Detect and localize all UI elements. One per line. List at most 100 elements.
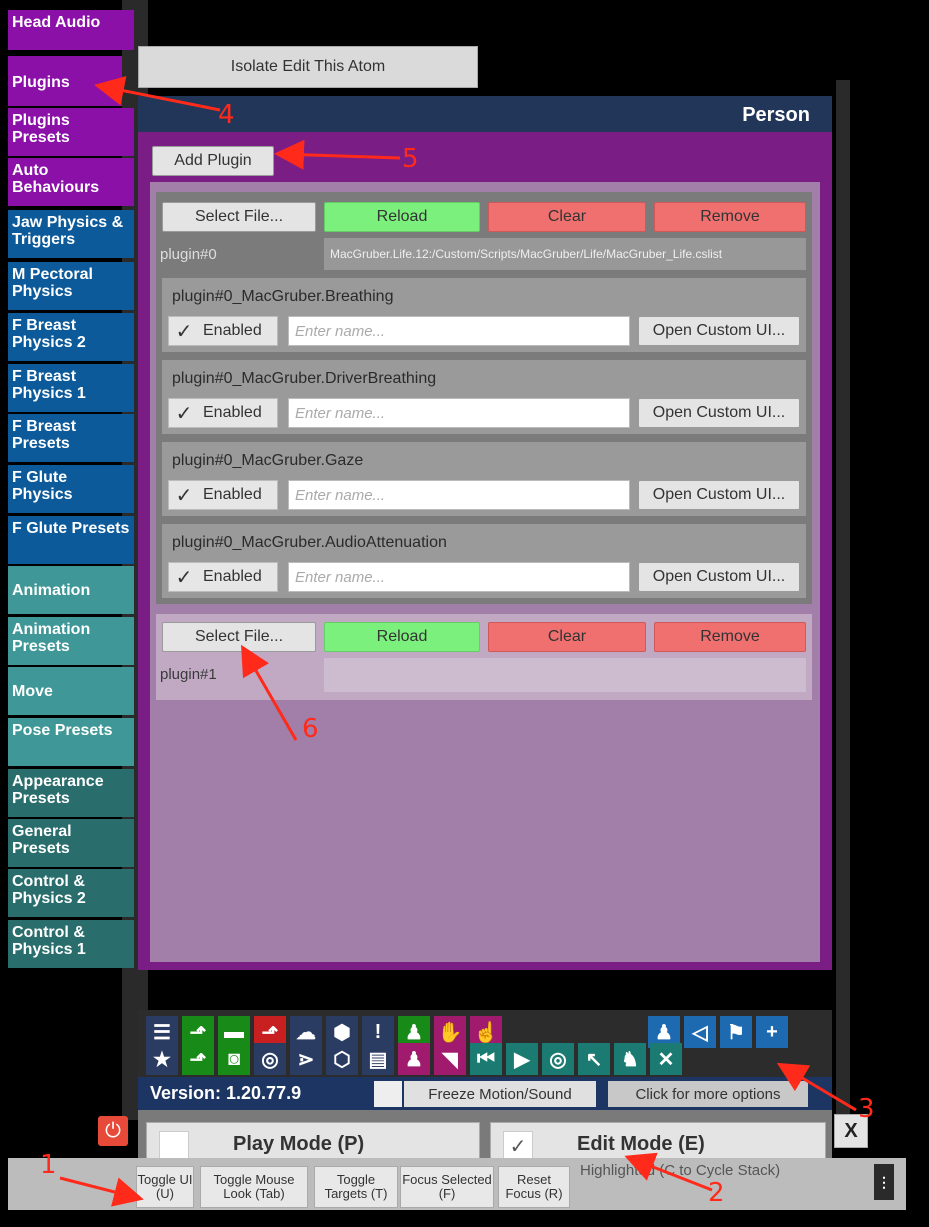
subplugin-driverbreathing: plugin#0_MacGruber.DriverBreathing ✓ Ena…	[162, 360, 806, 434]
annotation-1: 1	[40, 1150, 57, 1180]
remove-person-icon[interactable]: ♟	[398, 1043, 430, 1075]
toggle-ui-button[interactable]: Toggle UI (U)	[136, 1166, 194, 1208]
target-icon[interactable]: ◎	[542, 1043, 574, 1075]
plugin-0-clear-button[interactable]: Clear	[488, 202, 646, 232]
tab-f-glute-physics[interactable]: F Glute Physics	[8, 465, 134, 513]
check-icon: ✓	[175, 566, 193, 589]
version-bar: Version: 1.20.77.9 Freeze Motion/Sound C…	[138, 1077, 832, 1111]
camera-icon[interactable]: ◎	[254, 1043, 286, 1075]
preview-icon[interactable]: ◙	[218, 1043, 250, 1075]
tab-animation-presets[interactable]: Animation Presets	[8, 617, 134, 665]
tab-control-physics-1[interactable]: Control & Physics 1	[8, 920, 134, 968]
more-menu-icon[interactable]: ⋮	[874, 1164, 894, 1200]
tab-animation[interactable]: Animation	[8, 566, 134, 614]
open-custom-ui-button[interactable]: Open Custom UI...	[638, 316, 800, 346]
panel-title: Person	[742, 104, 810, 126]
check-icon: ✓	[175, 402, 193, 425]
plugin-0-select-file-button[interactable]: Select File...	[162, 202, 316, 232]
toggle-mouse-look-button[interactable]: Toggle Mouse Look (Tab)	[200, 1166, 308, 1208]
subplugin-audioattenuation: plugin#0_MacGruber.AudioAttenuation ✓ En…	[162, 524, 806, 598]
subplugin-gaze: plugin#0_MacGruber.Gaze ✓ Enabled Open C…	[162, 442, 806, 516]
panel-header: Person	[138, 96, 832, 132]
tab-appearance-presets[interactable]: Appearance Presets	[8, 769, 134, 817]
name-input[interactable]	[288, 480, 630, 510]
name-input[interactable]	[288, 562, 630, 592]
annotation-6: 6	[302, 714, 319, 744]
enabled-toggle[interactable]: ✓ Enabled	[168, 316, 278, 346]
plugin-1-remove-button[interactable]: Remove	[654, 622, 806, 652]
reset-focus-button[interactable]: Reset Focus (R)	[498, 1166, 570, 1208]
enabled-toggle[interactable]: ✓ Enabled	[168, 398, 278, 428]
plugin-0-reload-button[interactable]: Reload	[324, 202, 480, 232]
enabled-label: Enabled	[203, 322, 262, 339]
tab-general-presets[interactable]: General Presets	[8, 819, 134, 867]
toggle-targets-button[interactable]: Toggle Targets (T)	[314, 1166, 398, 1208]
plugin-1-clear-button[interactable]: Clear	[488, 622, 646, 652]
play-icon[interactable]: ▶	[506, 1043, 538, 1075]
open-custom-ui-button[interactable]: Open Custom UI...	[638, 562, 800, 592]
tab-f-breast-presets[interactable]: F Breast Presets	[8, 414, 134, 462]
star-icon[interactable]: ★	[146, 1043, 178, 1075]
add-plugin-button[interactable]: Add Plugin	[152, 146, 274, 176]
tab-control-physics-2[interactable]: Control & Physics 2	[8, 869, 134, 917]
tab-f-breast-physics-1[interactable]: F Breast Physics 1	[8, 364, 134, 412]
people-icon[interactable]: ♞	[614, 1043, 646, 1075]
plugin-1-reload-button[interactable]: Reload	[324, 622, 480, 652]
graph-icon[interactable]: ⋗	[290, 1043, 322, 1075]
tools-icon[interactable]: ✕	[650, 1043, 682, 1075]
tab-head-audio[interactable]: Head Audio	[8, 10, 134, 50]
tab-f-glute-presets[interactable]: F Glute Presets	[8, 516, 134, 564]
enabled-toggle[interactable]: ✓ Enabled	[168, 480, 278, 510]
tab-f-breast-physics-2[interactable]: F Breast Physics 2	[8, 313, 134, 361]
enabled-label: Enabled	[203, 568, 262, 585]
name-input[interactable]	[288, 316, 630, 346]
isolate-edit-atom-button[interactable]: Isolate Edit This Atom	[138, 46, 478, 88]
enabled-label: Enabled	[203, 404, 262, 421]
tab-plugins[interactable]: Plugins	[8, 56, 122, 106]
play-mode-checkbox	[159, 1131, 189, 1161]
plugin-1-path-field	[324, 658, 806, 692]
subplugin-name: plugin#0_MacGruber.Gaze	[172, 452, 364, 469]
enabled-toggle[interactable]: ✓ Enabled	[168, 562, 278, 592]
tab-m-pectoral-physics[interactable]: M Pectoral Physics	[8, 262, 134, 310]
add-icon[interactable]: +	[756, 1016, 788, 1048]
tab-auto-behaviours[interactable]: Auto Behaviours	[8, 158, 134, 206]
right-frame-border	[836, 80, 850, 1120]
annotation-5: 5	[402, 144, 419, 174]
check-icon: ✓	[175, 320, 193, 343]
plugin-0-remove-button[interactable]: Remove	[654, 202, 806, 232]
tab-move[interactable]: Move	[8, 667, 134, 715]
highlighted-status: Highlighted (C to Cycle Stack)	[580, 1162, 781, 1179]
name-input[interactable]	[288, 398, 630, 428]
grab-icon[interactable]: ◥	[434, 1043, 466, 1075]
subplugin-name: plugin#0_MacGruber.Breathing	[172, 288, 394, 305]
load-icon[interactable]: ⬏	[182, 1043, 214, 1075]
power-icon[interactable]: ⏻	[98, 1116, 128, 1146]
skip-back-icon[interactable]: ⏮	[470, 1043, 502, 1075]
open-custom-ui-button[interactable]: Open Custom UI...	[638, 398, 800, 428]
check-icon: ✓	[175, 484, 193, 507]
freeze-checkbox[interactable]	[374, 1081, 402, 1107]
cursor-icon[interactable]: ↖	[578, 1043, 610, 1075]
unity-icon[interactable]: ◁	[684, 1016, 716, 1048]
freeze-motion-toggle[interactable]: Freeze Motion/Sound	[404, 1081, 596, 1107]
subplugin-name: plugin#0_MacGruber.DriverBreathing	[172, 370, 437, 387]
plugin-1-select-file-button[interactable]: Select File...	[162, 622, 316, 652]
more-options-button[interactable]: Click for more options	[608, 1081, 808, 1107]
tab-plugins-presets[interactable]: Plugins Presets	[8, 108, 134, 156]
annotation-2: 2	[708, 1178, 725, 1208]
open-custom-ui-button[interactable]: Open Custom UI...	[638, 480, 800, 510]
edit-mode-checkbox: ✓	[503, 1131, 533, 1161]
tab-jaw-physics[interactable]: Jaw Physics & Triggers	[8, 210, 134, 258]
box-icon[interactable]: ⬡	[326, 1043, 358, 1075]
subplugin-name: plugin#0_MacGruber.AudioAttenuation	[172, 534, 447, 551]
annotation-4: 4	[218, 100, 235, 130]
document-icon[interactable]: ▤	[362, 1043, 394, 1075]
plugin-0-id: plugin#0	[160, 246, 217, 263]
flag-icon[interactable]: ⚑	[720, 1016, 752, 1048]
focus-selected-button[interactable]: Focus Selected (F)	[400, 1166, 494, 1208]
plugin-0-path-field: MacGruber.Life.12:/Custom/Scripts/MacGru…	[324, 238, 806, 270]
enabled-label: Enabled	[203, 486, 262, 503]
tab-pose-presets[interactable]: Pose Presets	[8, 718, 134, 766]
plugin-1-id: plugin#1	[160, 666, 217, 683]
